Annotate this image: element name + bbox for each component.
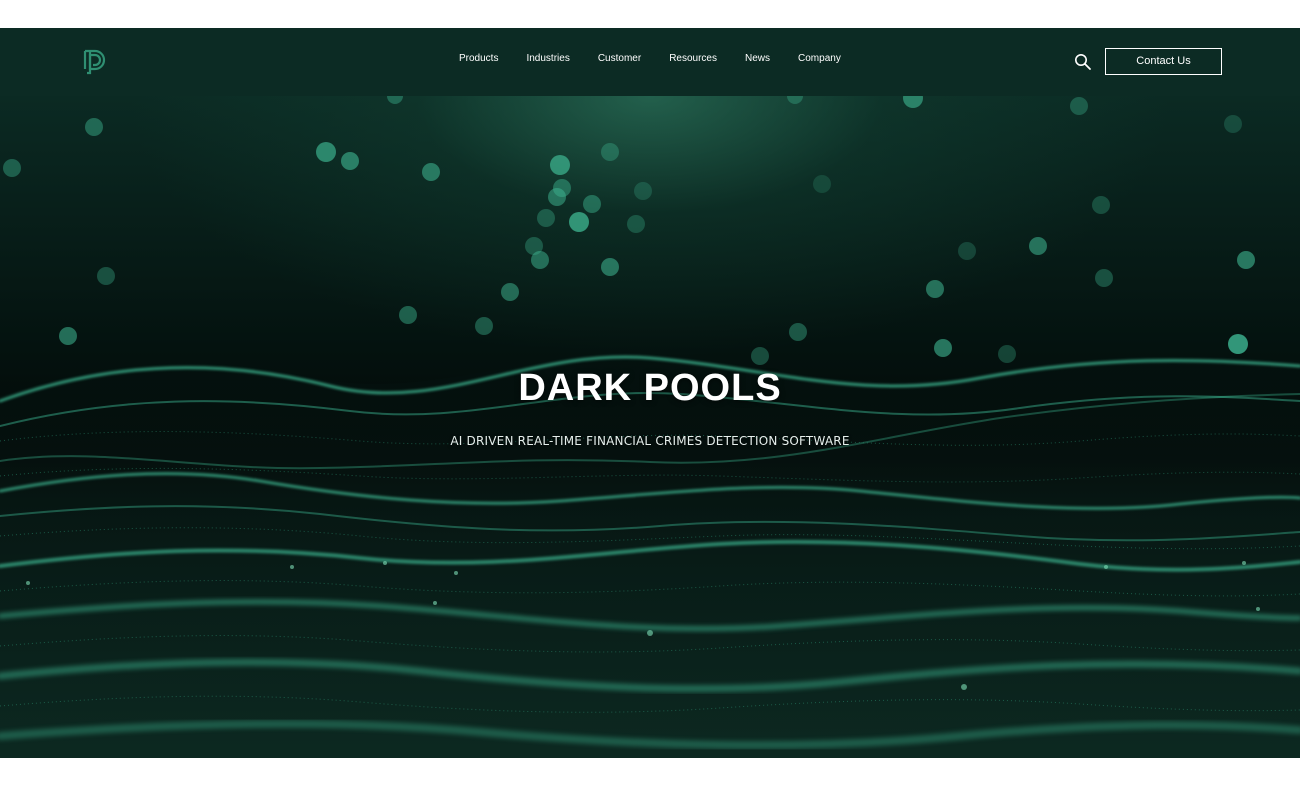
nav-item-news[interactable]: News xyxy=(745,52,770,66)
contact-us-button[interactable]: Contact Us xyxy=(1105,48,1222,75)
nav-item-customer[interactable]: Customer xyxy=(598,52,641,66)
page: Products Industries Customer Resources N… xyxy=(0,0,1300,788)
nav-item-industries[interactable]: Industries xyxy=(526,52,569,66)
hero-subtitle: AI DRIVEN REAL-TIME FINANCIAL CRIMES DET… xyxy=(450,434,850,448)
nav-item-company[interactable]: Company xyxy=(798,52,841,66)
main-nav-list: Products Industries Customer Resources N… xyxy=(459,52,841,66)
hero-title: DARK POOLS xyxy=(518,367,782,409)
dp-logo-icon xyxy=(83,49,106,75)
nav-item-resources[interactable]: Resources xyxy=(669,52,717,66)
hero-section: DARK POOLS AI DRIVEN REAL-TIME FINANCIAL… xyxy=(0,96,1300,758)
hero-background-image xyxy=(0,96,1300,758)
search-icon[interactable] xyxy=(1074,53,1092,71)
navbar: Products Industries Customer Resources N… xyxy=(0,28,1300,96)
nav-item-products[interactable]: Products xyxy=(459,52,498,66)
logo[interactable] xyxy=(82,47,112,77)
